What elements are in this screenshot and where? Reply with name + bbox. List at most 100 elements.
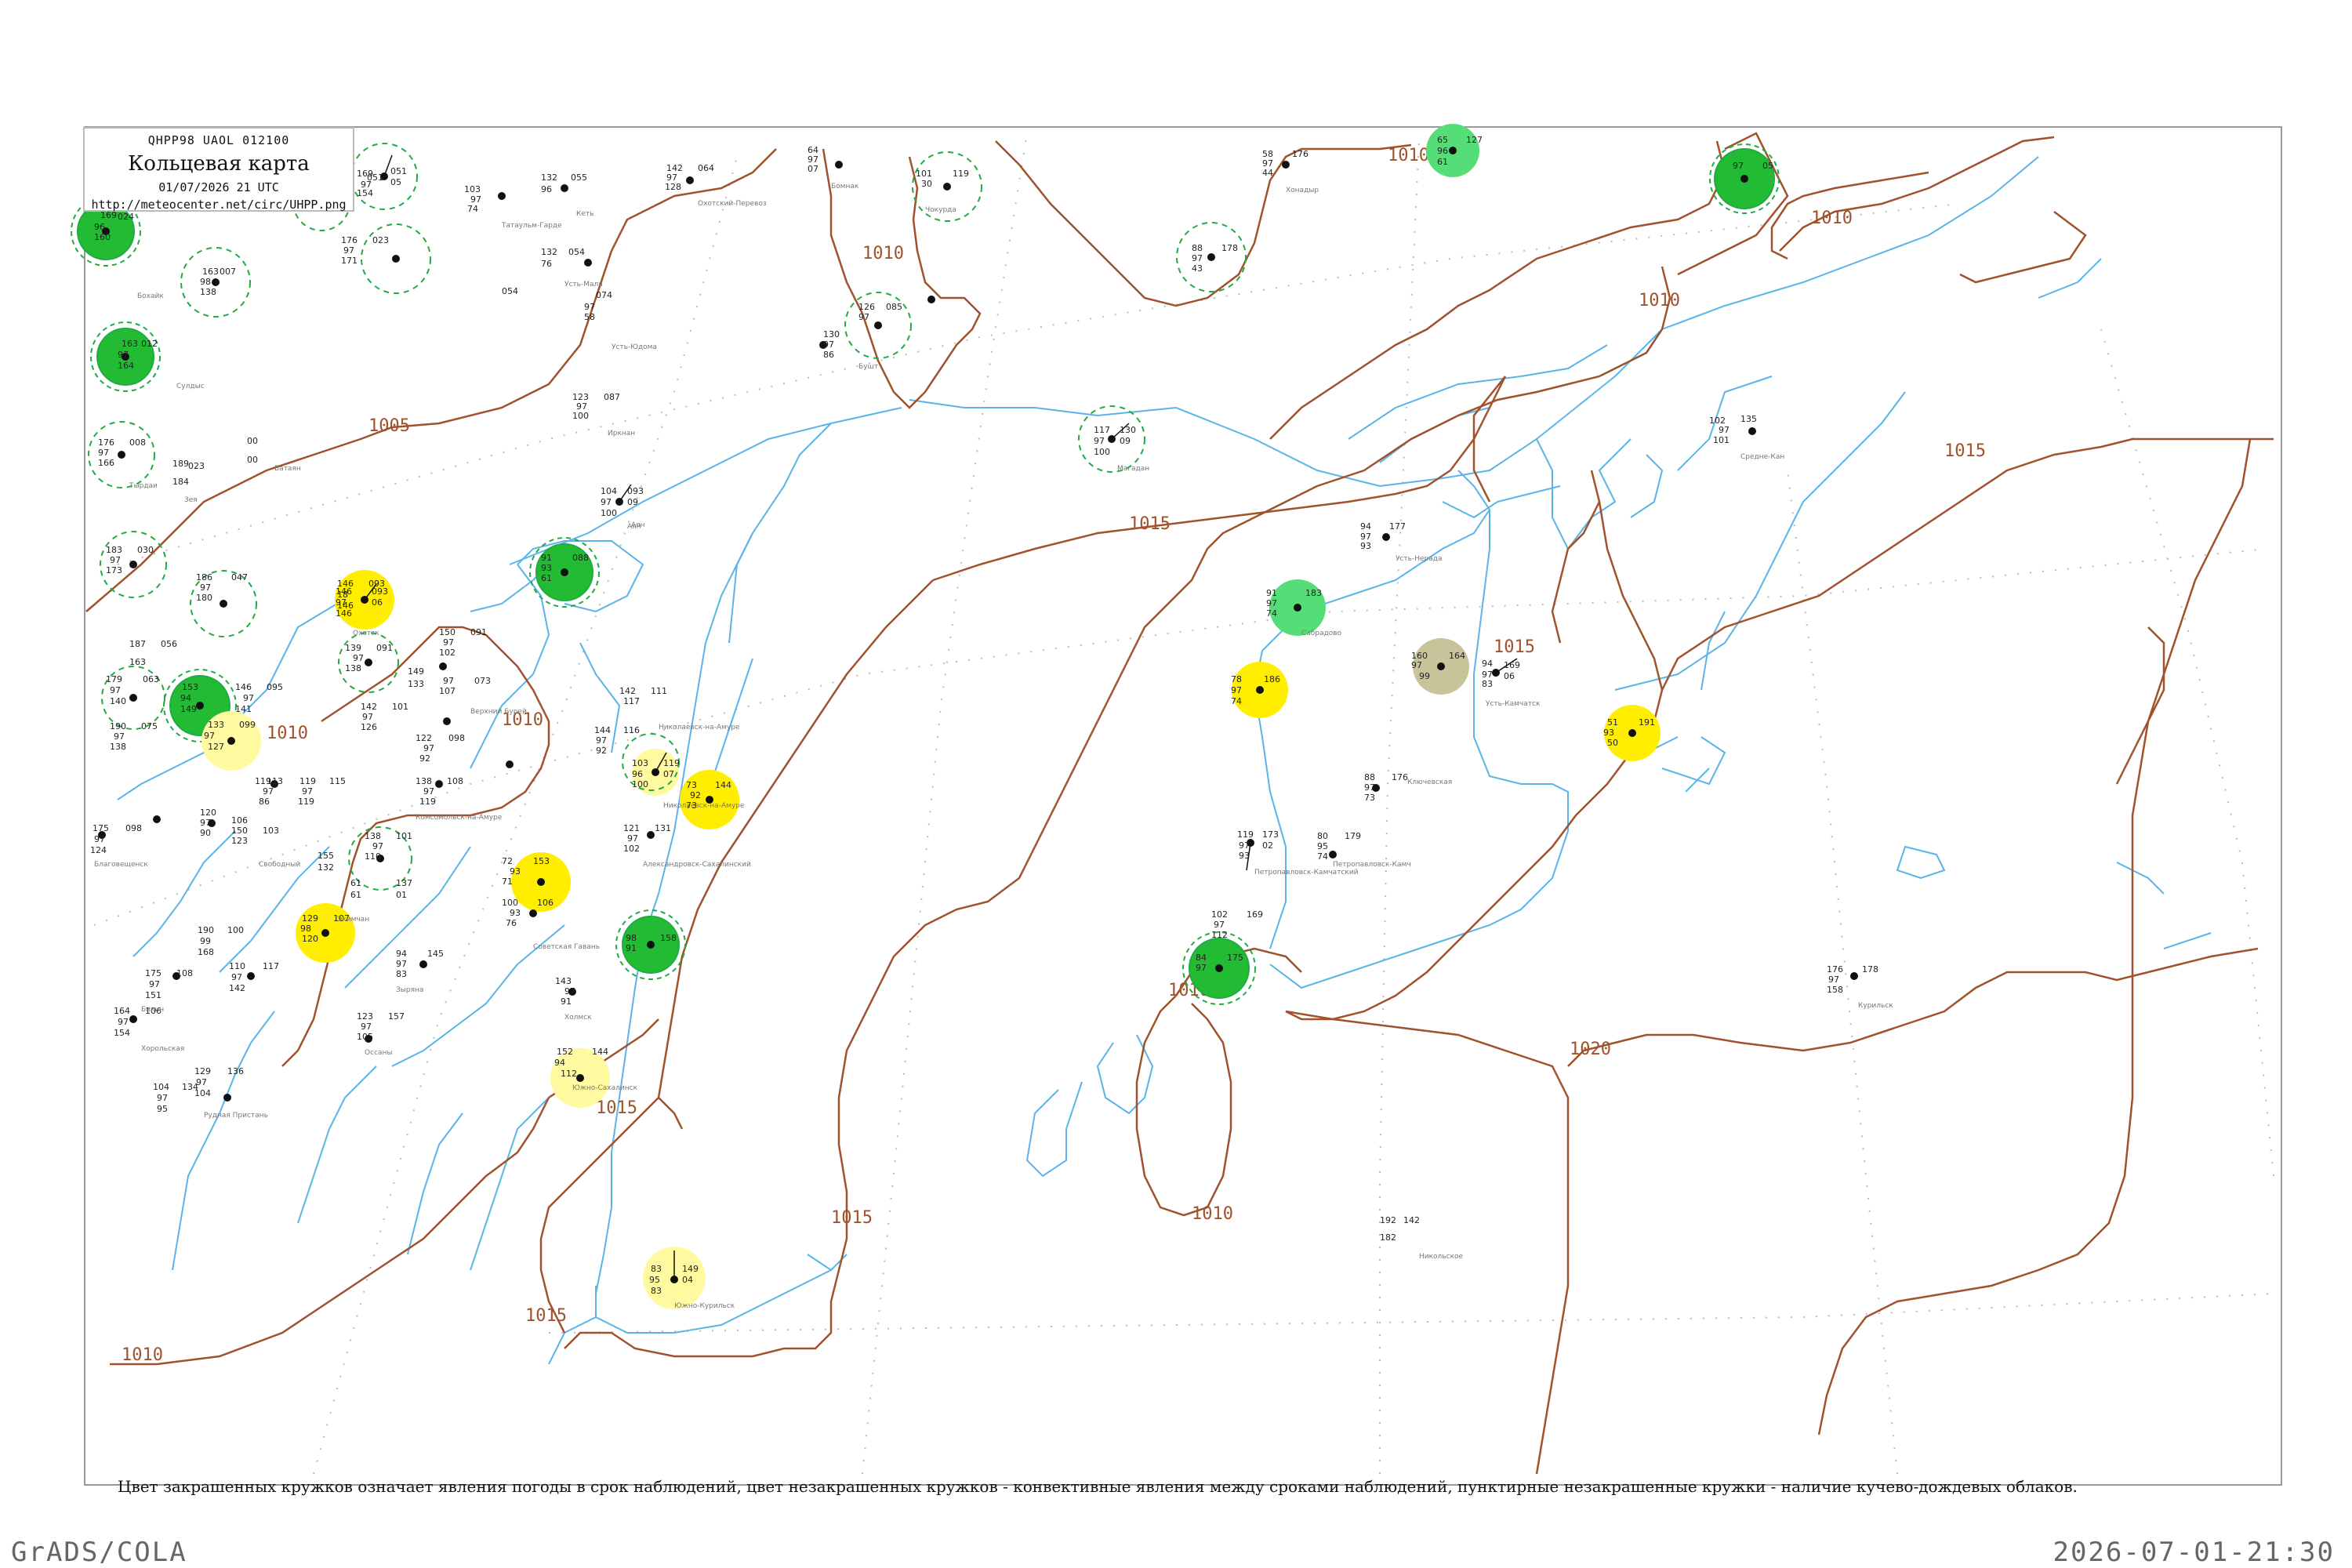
svg-text:98: 98 [300, 924, 311, 934]
svg-text:075: 075 [141, 721, 158, 731]
svg-text:95: 95 [1317, 841, 1328, 851]
svg-text:007: 007 [220, 267, 236, 277]
svg-text:098: 098 [125, 823, 142, 833]
svg-text:97: 97 [564, 986, 575, 996]
svg-text:105: 105 [357, 1032, 373, 1042]
svg-text:085: 085 [886, 302, 902, 312]
svg-text:73: 73 [1364, 793, 1375, 803]
svg-text:024: 024 [118, 212, 134, 222]
svg-text:97: 97 [157, 1093, 168, 1103]
svg-text:127: 127 [208, 742, 224, 752]
svg-text:100: 100 [1094, 447, 1110, 457]
svg-text:030: 030 [137, 545, 154, 555]
svg-text:98: 98 [200, 277, 211, 287]
isobar-label-1015: 1015 [1129, 514, 1171, 534]
svg-text:97: 97 [231, 972, 242, 982]
svg-text:146: 146 [337, 601, 354, 611]
svg-text:051: 051 [390, 166, 407, 176]
svg-text:74: 74 [1317, 851, 1328, 862]
svg-text:97: 97 [149, 979, 160, 989]
svg-text:104: 104 [601, 486, 617, 496]
svg-text:06: 06 [1504, 671, 1515, 681]
svg-text:61: 61 [541, 573, 552, 583]
legend-caption: Цвет закрашенных кружков означает явлени… [118, 1477, 2078, 1496]
svg-text:151: 151 [145, 990, 162, 1000]
svg-text:063: 063 [143, 674, 159, 684]
svg-text:91: 91 [1266, 588, 1277, 598]
svg-text:65: 65 [1437, 135, 1448, 145]
svg-text:09: 09 [627, 497, 638, 507]
svg-text:132: 132 [318, 862, 334, 873]
svg-text:140: 140 [110, 696, 126, 706]
svg-text:Усть-Камчатск: Усть-Камчатск [1486, 700, 1541, 708]
svg-text:97: 97 [362, 712, 373, 722]
svg-text:153: 153 [182, 682, 198, 692]
svg-text:176: 176 [1827, 964, 1843, 975]
svg-text:94: 94 [396, 949, 407, 959]
svg-text:173: 173 [106, 565, 122, 575]
svg-text:Советская Гавань: Советская Гавань [533, 943, 600, 951]
svg-text:Кеть: Кеть [576, 210, 593, 218]
station-number-clusters: 1039774 13296055 13276054 9758074 123971… [90, 135, 1878, 1243]
svg-text:73: 73 [686, 800, 697, 811]
svg-text:119: 119 [663, 758, 680, 768]
svg-text:07: 07 [663, 769, 674, 779]
svg-text:108: 108 [176, 968, 193, 978]
svg-text:150: 150 [231, 826, 248, 836]
svg-text:83: 83 [396, 969, 407, 979]
svg-text:86: 86 [823, 350, 834, 360]
svg-text:100: 100 [572, 411, 589, 421]
svg-text:97: 97 [114, 731, 125, 742]
map-frame [84, 126, 2282, 1486]
svg-text:95: 95 [157, 1104, 168, 1114]
svg-text:123: 123 [231, 836, 248, 846]
isobar-label-1010: 1010 [1811, 209, 1853, 228]
svg-text:116: 116 [623, 725, 640, 735]
svg-text:97: 97 [1411, 660, 1422, 670]
svg-text:93: 93 [1360, 541, 1371, 551]
svg-text:92: 92 [690, 790, 701, 800]
svg-text:05: 05 [1762, 161, 1773, 171]
svg-text:093: 093 [368, 579, 385, 589]
svg-text:073: 073 [474, 676, 491, 686]
svg-text:Комсомольск-на-Амуре: Комсомольск-на-Амуре [416, 814, 503, 822]
svg-text:01: 01 [396, 890, 407, 900]
svg-text:120: 120 [200, 808, 216, 818]
footer-software: GrADS/COLA [11, 1537, 187, 1568]
svg-text:58: 58 [584, 312, 595, 322]
svg-text:149: 149 [180, 704, 197, 714]
svg-text:157: 157 [388, 1011, 405, 1022]
svg-text:008: 008 [129, 437, 146, 448]
isobar-label-1015: 1015 [831, 1208, 873, 1228]
svg-text:97: 97 [1239, 840, 1250, 851]
svg-text:111: 111 [651, 686, 667, 696]
svg-text:97: 97 [1733, 161, 1744, 171]
svg-text:138: 138 [416, 776, 432, 786]
svg-text:145: 145 [427, 949, 444, 959]
svg-text:51: 51 [1607, 717, 1618, 728]
footer-timestamp: 2026-07-01-21:30 [2053, 1537, 2335, 1568]
svg-text:Тырдаи: Тырдаи [129, 482, 158, 490]
svg-text:00: 00 [247, 455, 258, 465]
svg-text:190: 190 [198, 925, 214, 935]
svg-text:119: 119 [953, 169, 969, 179]
svg-text:97: 97 [601, 497, 612, 507]
svg-text:93: 93 [1603, 728, 1614, 738]
svg-text:97: 97 [823, 339, 834, 350]
svg-text:97: 97 [361, 1022, 372, 1032]
svg-text:158: 158 [1827, 985, 1843, 995]
svg-text:Аян: Аян [631, 521, 645, 529]
svg-text:97: 97 [423, 743, 434, 753]
svg-text:99: 99 [200, 936, 211, 946]
svg-text:Зыряна: Зыряна [396, 986, 423, 994]
svg-text:100: 100 [502, 898, 518, 908]
svg-text:176: 176 [1292, 149, 1308, 159]
isobar-label-1010: 1010 [122, 1345, 163, 1365]
svg-text:18: 18 [337, 590, 348, 600]
svg-text:175: 175 [145, 968, 162, 978]
svg-text:05: 05 [390, 177, 401, 187]
svg-text:Курильск: Курильск [1858, 1002, 1893, 1010]
svg-text:97: 97 [263, 786, 274, 797]
svg-text:91: 91 [561, 996, 572, 1007]
svg-text:012: 012 [141, 339, 158, 349]
